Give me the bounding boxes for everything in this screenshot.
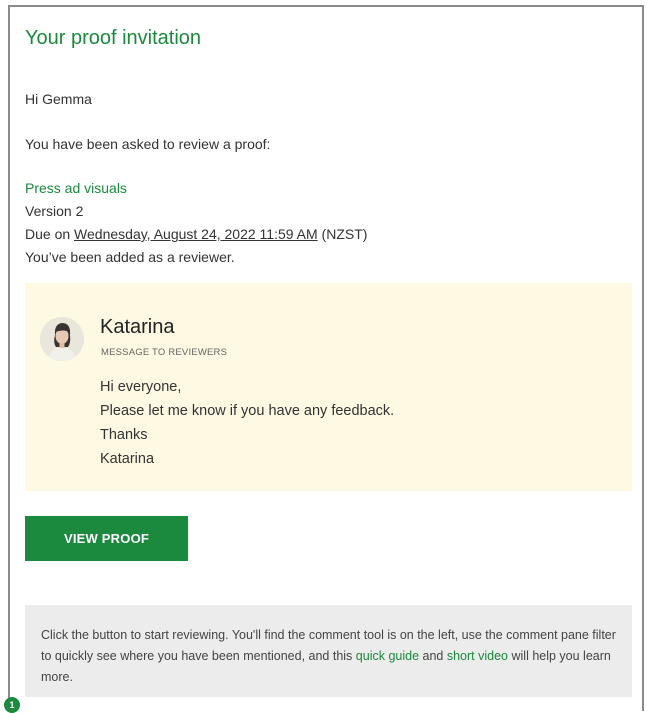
message-line: Katarina (100, 451, 155, 467)
version-text: Version 2 (25, 203, 84, 219)
quick-guide-link[interactable]: quick guide (356, 649, 419, 663)
reviewer-message-box: Katarina MESSAGE TO REVIEWERS Hi everyon… (25, 283, 632, 491)
proof-name-link[interactable]: Press ad visuals (25, 180, 127, 196)
sender-name: Katarina (100, 316, 175, 338)
due-date-link[interactable]: Wednesday, August 24, 2022 11:59 AM (74, 226, 318, 242)
view-proof-button[interactable]: VIEW PROOF (25, 516, 188, 561)
intro-text: You have been asked to review a proof: (25, 136, 271, 152)
message-line: Hi everyone, (100, 379, 182, 395)
reviewer-status-text: You’ve been added as a reviewer. (25, 249, 235, 265)
greeting-text: Hi Gemma (25, 91, 92, 107)
footer-text: and (419, 649, 447, 663)
help-footer: Click the button to start reviewing. You… (25, 605, 632, 697)
short-video-link[interactable]: short video (447, 649, 508, 663)
due-prefix: Due on (25, 226, 75, 242)
avatar (40, 317, 84, 361)
avatar-portrait-icon (40, 317, 84, 361)
notification-badge[interactable]: 1 (4, 697, 20, 713)
sender-role-label: MESSAGE TO REVIEWERS (101, 347, 228, 358)
message-line: Please let me know if you have any feedb… (100, 403, 395, 419)
due-timezone: (NZST) (317, 226, 368, 242)
message-line: Thanks (100, 427, 148, 443)
email-title: Your proof invitation (25, 27, 202, 49)
due-date-line: Due on Wednesday, August 24, 2022 11:59 … (25, 226, 367, 242)
